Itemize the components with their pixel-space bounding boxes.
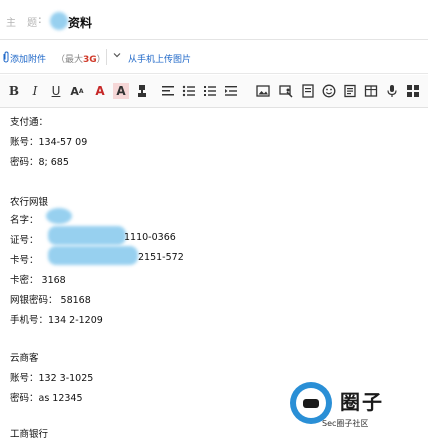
table-icon[interactable] <box>363 83 379 99</box>
limit-value: 3G <box>83 55 97 65</box>
subject-row: 主 题 : 资料 <box>0 0 428 40</box>
format-brush-icon[interactable] <box>134 83 150 99</box>
subject-colon: : <box>38 13 42 26</box>
chevron-down-icon[interactable] <box>113 51 121 61</box>
bold-icon[interactable]: B <box>6 83 22 99</box>
subject-redaction <box>50 12 68 30</box>
text-line: 密码：as 12345 <box>10 393 83 404</box>
text-line: 农行网银 <box>10 197 49 208</box>
text-line: 工商银行 <box>10 429 49 438</box>
redaction-mark <box>48 246 138 265</box>
highlight-icon[interactable]: A <box>113 83 129 99</box>
text-line: 账号：134-57 09 <box>10 137 88 148</box>
italic-icon[interactable]: I <box>27 83 43 99</box>
document-icon[interactable] <box>300 83 316 99</box>
text-line: 卡号： <box>10 255 39 266</box>
subject-input[interactable]: 资料 <box>68 14 92 31</box>
avatar-icon <box>296 388 326 418</box>
unordered-list-icon[interactable] <box>181 83 197 99</box>
align-left-icon[interactable] <box>160 83 176 99</box>
limit-prefix: （最大 <box>56 55 84 65</box>
emoji-icon[interactable] <box>321 83 337 99</box>
separator <box>106 49 107 65</box>
redaction-mark <box>48 226 126 245</box>
redaction-mark <box>46 208 72 224</box>
paperclip-icon <box>2 51 10 66</box>
voice-icon[interactable] <box>384 83 400 99</box>
ordered-list-icon[interactable] <box>202 83 218 99</box>
add-attachment-link[interactable]: 添加附件 <box>10 52 46 65</box>
watermark-subtitle: Sec圈子社区 <box>322 419 369 428</box>
text-line: 支付通： <box>10 117 49 128</box>
screenshot-icon[interactable] <box>278 83 294 99</box>
image-icon[interactable] <box>255 83 271 99</box>
text-line: 1110-0366 <box>124 232 176 243</box>
text-line: 云商客 <box>10 353 39 364</box>
text-line: 手机号：134 2-1209 <box>10 315 103 326</box>
upload-from-phone-link[interactable]: 从手机上传图片 <box>128 52 191 65</box>
limit-suffix: ） <box>96 55 106 65</box>
attachment-limit: （最大3G） <box>56 52 106 65</box>
text-line: 证号： <box>10 235 39 246</box>
note-icon[interactable] <box>342 83 358 99</box>
text-line: 卡密： 3168 <box>10 275 66 286</box>
font-color-icon[interactable]: A <box>92 83 108 99</box>
indent-icon[interactable] <box>223 83 239 99</box>
underline-icon[interactable]: U <box>48 83 64 99</box>
font-size-icon[interactable]: AA <box>69 83 85 99</box>
grid-icon[interactable] <box>405 83 421 99</box>
attachment-row: 添加附件 （最大3G） 从手机上传图片 <box>0 41 428 74</box>
text-line: 名字： <box>10 215 39 226</box>
subject-label: 主 题 <box>6 18 42 29</box>
watermark-brand: 圈子 <box>340 390 384 414</box>
editor-toolbar: B I U AA A A <box>0 75 428 108</box>
text-line: 密码：8; 685 <box>10 157 69 168</box>
text-line: 网银密码： 58168 <box>10 295 91 306</box>
text-line: 2151-572 <box>138 252 184 263</box>
text-line: 账号：132 3-1025 <box>10 373 94 384</box>
